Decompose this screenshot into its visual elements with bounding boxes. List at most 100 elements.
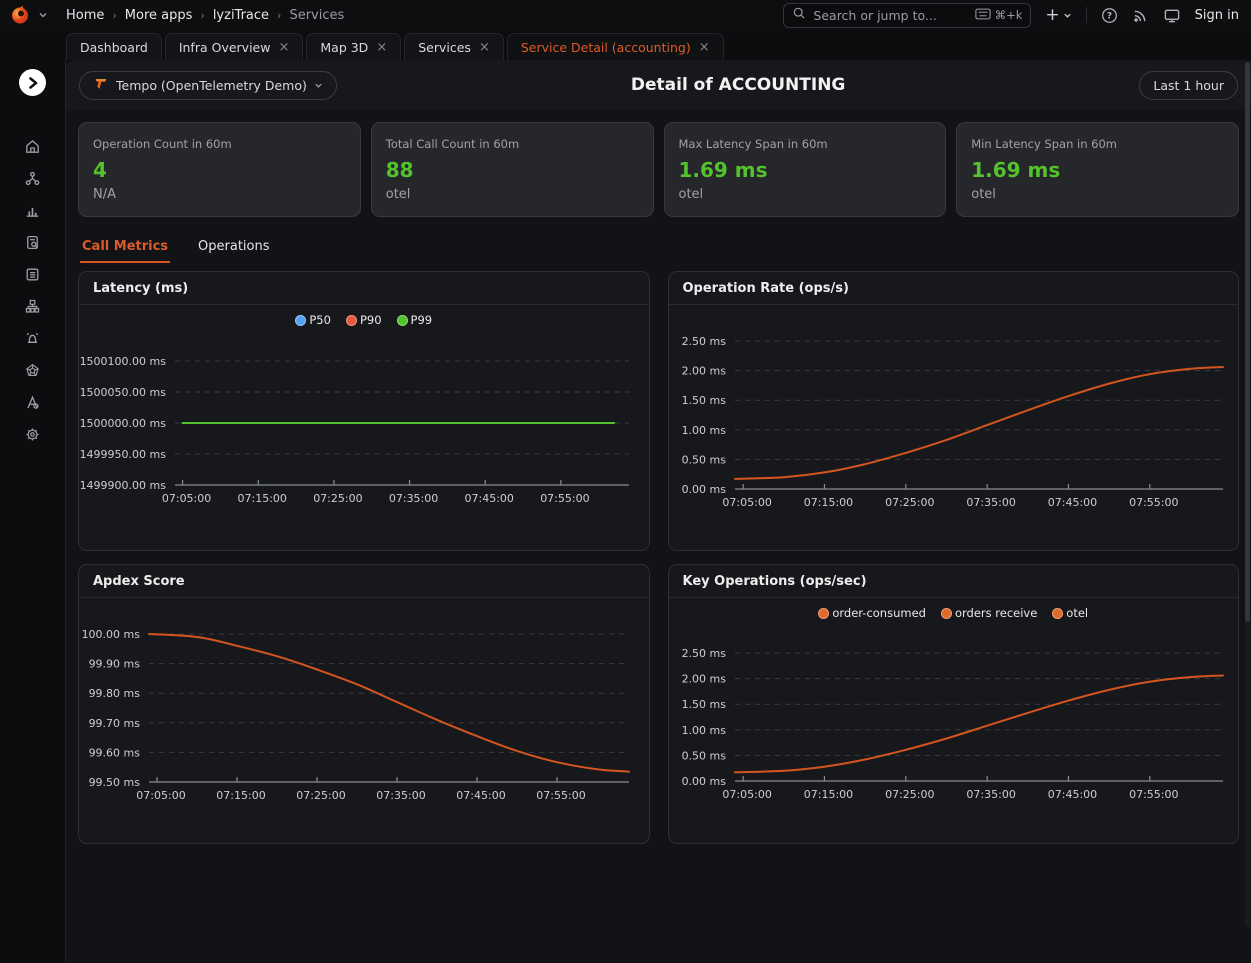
legend-item[interactable]: otel <box>1052 606 1088 620</box>
nav-topology-icon[interactable] <box>24 170 41 187</box>
legend-dot-icon <box>1052 608 1063 619</box>
nav-settings-gear-icon[interactable] <box>24 426 41 443</box>
legend-item[interactable]: P90 <box>346 313 382 327</box>
expand-sidebar-button[interactable] <box>19 69 46 96</box>
svg-text:1500100.00 ms: 1500100.00 ms <box>80 355 167 368</box>
chart-legend: order-consumed orders receive otel <box>669 598 1239 628</box>
breadcrumb-services[interactable]: Services <box>289 8 344 23</box>
svg-text:07:25:00: 07:25:00 <box>296 789 345 802</box>
chevron-down-icon <box>1063 11 1072 20</box>
grafana-logo[interactable] <box>10 5 30 25</box>
breadcrumb-home[interactable]: Home <box>66 8 104 23</box>
svg-text:07:55:00: 07:55:00 <box>1129 496 1178 509</box>
svg-text:0.50 ms: 0.50 ms <box>681 453 726 466</box>
breadcrumb-separator-icon: › <box>200 9 204 22</box>
legend-item[interactable]: P99 <box>397 313 433 327</box>
nav-alert-bell-icon[interactable] <box>24 330 41 347</box>
search-input[interactable]: Search or jump to... ⌘+k <box>783 3 1031 28</box>
apdex-chart-panel: Apdex Score 100.00 ms99.90 ms99.80 ms99.… <box>78 564 650 844</box>
breadcrumb-lyzitrace[interactable]: lyziTrace <box>213 8 269 23</box>
legend-dot-icon <box>295 315 306 326</box>
stat-value: 1.69 ms <box>971 158 1224 182</box>
breadcrumb-more-apps[interactable]: More apps <box>125 8 193 23</box>
stat-sub: N/A <box>93 187 346 202</box>
main-content: Tempo (OpenTelemetry Demo) Detail of ACC… <box>66 60 1251 963</box>
chart-title: Apdex Score <box>79 565 649 598</box>
legend-dot-icon <box>346 315 357 326</box>
svg-text:07:45:00: 07:45:00 <box>465 492 514 505</box>
latency-chart-panel: Latency (ms) P50 P90 P99 1500100.00 ms 1500… <box>78 271 650 551</box>
sign-in-link[interactable]: Sign in <box>1195 8 1239 23</box>
close-icon[interactable]: × <box>699 40 710 55</box>
keyboard-icon <box>975 8 991 23</box>
nav-trace-search-icon[interactable] <box>24 234 41 251</box>
tab-label: Service Detail (accounting) <box>521 40 691 55</box>
svg-text:07:55:00: 07:55:00 <box>540 492 589 505</box>
tab-map-3d[interactable]: Map 3D × <box>306 33 401 60</box>
legend-item[interactable]: orders receive <box>941 606 1037 620</box>
svg-text:1499900.00 ms: 1499900.00 ms <box>80 479 167 492</box>
tab-label: Infra Overview <box>179 40 271 55</box>
svg-text:?: ? <box>1107 11 1112 21</box>
top-nav-bar: Home › More apps › lyziTrace › Services … <box>0 0 1251 30</box>
stat-title: Max Latency Span in 60m <box>679 137 932 151</box>
vertical-scrollbar[interactable] <box>1245 62 1250 927</box>
nav-bar-chart-icon[interactable] <box>24 202 41 219</box>
breadcrumb-separator-icon: › <box>277 9 281 22</box>
close-icon[interactable]: × <box>479 40 490 55</box>
monitor-icon[interactable] <box>1163 7 1181 24</box>
svg-text:07:35:00: 07:35:00 <box>966 788 1015 801</box>
datasource-label: Tempo (OpenTelemetry Demo) <box>116 78 307 93</box>
operation-rate-chart[interactable]: 2.50 ms2.00 ms1.50 ms1.00 ms0.50 ms0.00 … <box>669 305 1239 550</box>
tab-operations[interactable]: Operations <box>196 235 271 263</box>
help-icon[interactable]: ? <box>1101 7 1118 24</box>
nav-explore-compass-icon[interactable] <box>24 394 41 411</box>
svg-text:0.50 ms: 0.50 ms <box>681 749 726 762</box>
tab-infra-overview[interactable]: Infra Overview × <box>165 33 304 60</box>
tab-services[interactable]: Services × <box>404 33 504 60</box>
tab-call-metrics[interactable]: Call Metrics <box>80 235 170 263</box>
close-icon[interactable]: × <box>278 40 289 55</box>
tab-service-detail-accounting[interactable]: Service Detail (accounting) × <box>507 33 724 60</box>
legend-item[interactable]: order-consumed <box>818 606 926 620</box>
breadcrumb: Home › More apps › lyziTrace › Services <box>66 8 344 23</box>
svg-text:07:15:00: 07:15:00 <box>216 789 265 802</box>
tempo-datasource-icon <box>93 76 109 95</box>
legend-item[interactable]: P50 <box>295 313 331 327</box>
chart-title: Latency (ms) <box>79 272 649 305</box>
svg-text:100.00 ms: 100.00 ms <box>82 628 141 641</box>
legend-dot-icon <box>397 315 408 326</box>
new-menu-button[interactable]: + <box>1045 7 1071 24</box>
svg-text:07:55:00: 07:55:00 <box>536 789 585 802</box>
stats-row: Operation Count in 60m 4 N/A Total Call … <box>66 110 1251 229</box>
close-icon[interactable]: × <box>376 40 387 55</box>
key-operations-chart[interactable]: 2.50 ms2.00 ms1.50 ms1.00 ms0.50 ms0.00 … <box>669 628 1239 843</box>
legend-dot-icon <box>941 608 952 619</box>
stat-title: Operation Count in 60m <box>93 137 346 151</box>
tab-dashboard[interactable]: Dashboard <box>66 33 162 60</box>
nav-sitemap-icon[interactable] <box>24 298 41 315</box>
news-rss-icon[interactable] <box>1132 7 1149 24</box>
svg-text:07:25:00: 07:25:00 <box>885 788 934 801</box>
nav-home-icon[interactable] <box>24 138 41 155</box>
svg-text:1.50 ms: 1.50 ms <box>681 394 726 407</box>
stat-max-latency: Max Latency Span in 60m 1.69 ms otel <box>664 122 947 217</box>
datasource-picker[interactable]: Tempo (OpenTelemetry Demo) <box>79 71 337 100</box>
svg-text:07:05:00: 07:05:00 <box>162 492 211 505</box>
svg-text:07:15:00: 07:15:00 <box>803 788 852 801</box>
stat-value: 4 <box>93 158 346 182</box>
org-switcher-chevron-icon[interactable] <box>38 10 48 20</box>
svg-text:99.50 ms: 99.50 ms <box>89 776 141 789</box>
svg-text:1500050.00 ms: 1500050.00 ms <box>80 386 167 399</box>
svg-text:07:25:00: 07:25:00 <box>313 492 362 505</box>
nav-list-icon[interactable] <box>24 266 41 283</box>
search-shortcut: ⌘+k <box>995 8 1023 22</box>
apdex-chart[interactable]: 100.00 ms99.90 ms99.80 ms99.70 ms99.60 m… <box>79 598 649 843</box>
time-range-button[interactable]: Last 1 hour <box>1139 71 1238 100</box>
chart-legend: P50 P90 P99 <box>79 305 649 335</box>
nav-web-pentagon-icon[interactable] <box>24 362 41 379</box>
svg-text:2.50 ms: 2.50 ms <box>681 335 726 348</box>
latency-chart[interactable]: 1500100.00 ms1500050.00 ms1500000.00 ms1… <box>79 335 649 550</box>
tab-label: Services <box>418 40 471 55</box>
svg-text:1.50 ms: 1.50 ms <box>681 698 726 711</box>
